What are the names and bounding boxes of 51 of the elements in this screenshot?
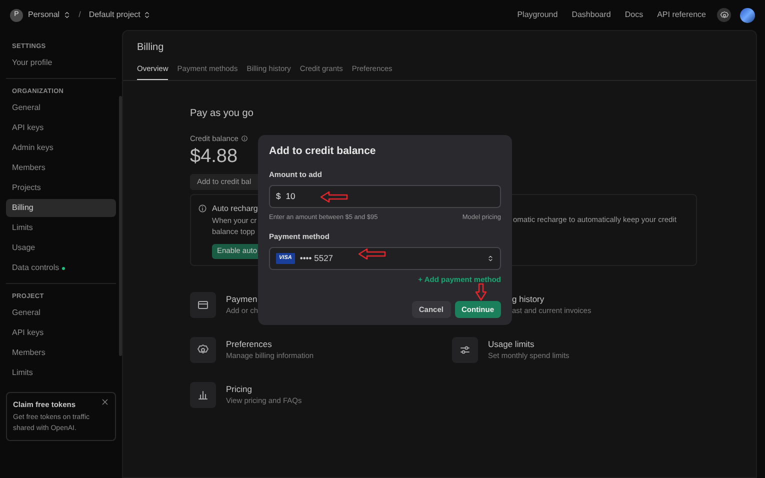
- sidebar-item[interactable]: Usage: [6, 239, 116, 257]
- dialog-title: Add to credit balance: [269, 144, 377, 159]
- workspace-switcher[interactable]: Personal: [28, 9, 71, 21]
- amount-field[interactable]: $ 10: [269, 185, 501, 208]
- credit-card-icon: [197, 298, 209, 310]
- nav-link[interactable]: Playground: [517, 9, 558, 21]
- chevron-up-down-icon: [487, 255, 494, 262]
- sidebar-item[interactable]: API keys: [6, 324, 116, 342]
- settings-icon: [197, 344, 209, 356]
- sidebar-item[interactable]: Limits: [6, 219, 116, 237]
- info-icon: [241, 135, 248, 142]
- chevron-up-down-icon: [143, 11, 152, 19]
- annotation-arrow: [475, 283, 487, 301]
- user-avatar[interactable]: [740, 8, 755, 22]
- sidebar-item[interactable]: Data controls: [6, 259, 116, 277]
- settings-icon: [720, 10, 728, 20]
- settings-button[interactable]: [717, 8, 731, 22]
- section-title: Pay as you go: [190, 107, 254, 122]
- sidebar-item[interactable]: Your profile: [6, 54, 116, 72]
- close-icon: [101, 398, 109, 406]
- sidebar-item[interactable]: Admin keys: [6, 139, 116, 157]
- auto-recharge-title: Auto recharg: [212, 202, 259, 214]
- card-title[interactable]: Pricing: [226, 382, 302, 396]
- annotation-arrow: [358, 248, 386, 260]
- sidebar-item[interactable]: Members: [6, 159, 116, 177]
- sidebar-item[interactable]: Billing: [6, 199, 116, 217]
- annotation-arrow: [320, 191, 348, 203]
- card-title[interactable]: Preferences: [226, 338, 314, 350]
- sidebar-item[interactable]: General: [6, 304, 116, 322]
- nav-link[interactable]: Dashboard: [572, 9, 611, 21]
- page-title: Billing: [137, 41, 165, 55]
- breadcrumb-separator: /: [78, 9, 81, 21]
- nav-link[interactable]: Docs: [624, 9, 644, 21]
- bar-chart-icon: [197, 388, 209, 400]
- info-icon: [198, 204, 207, 212]
- card-title[interactable]: g history: [512, 292, 592, 306]
- currency-symbol: $: [276, 190, 281, 203]
- sidebar-item[interactable]: Limits: [6, 364, 116, 382]
- close-button[interactable]: [101, 398, 109, 406]
- nav-link[interactable]: API reference: [657, 9, 706, 21]
- sidebar-item[interactable]: Members: [6, 344, 116, 362]
- sidebar-item[interactable]: API keys: [6, 119, 116, 137]
- sidebar-item[interactable]: General: [6, 99, 116, 117]
- card-title[interactable]: Usage limits: [488, 338, 570, 350]
- sliders-icon: [459, 344, 471, 356]
- balance-amount: $4.88: [190, 146, 238, 168]
- chevron-up-down-icon: [62, 11, 71, 19]
- card-title[interactable]: Paymen: [226, 292, 258, 306]
- amount-input[interactable]: 10: [286, 190, 300, 203]
- sidebar-item[interactable]: Projects: [6, 179, 116, 197]
- project-switcher[interactable]: Default project: [88, 9, 152, 21]
